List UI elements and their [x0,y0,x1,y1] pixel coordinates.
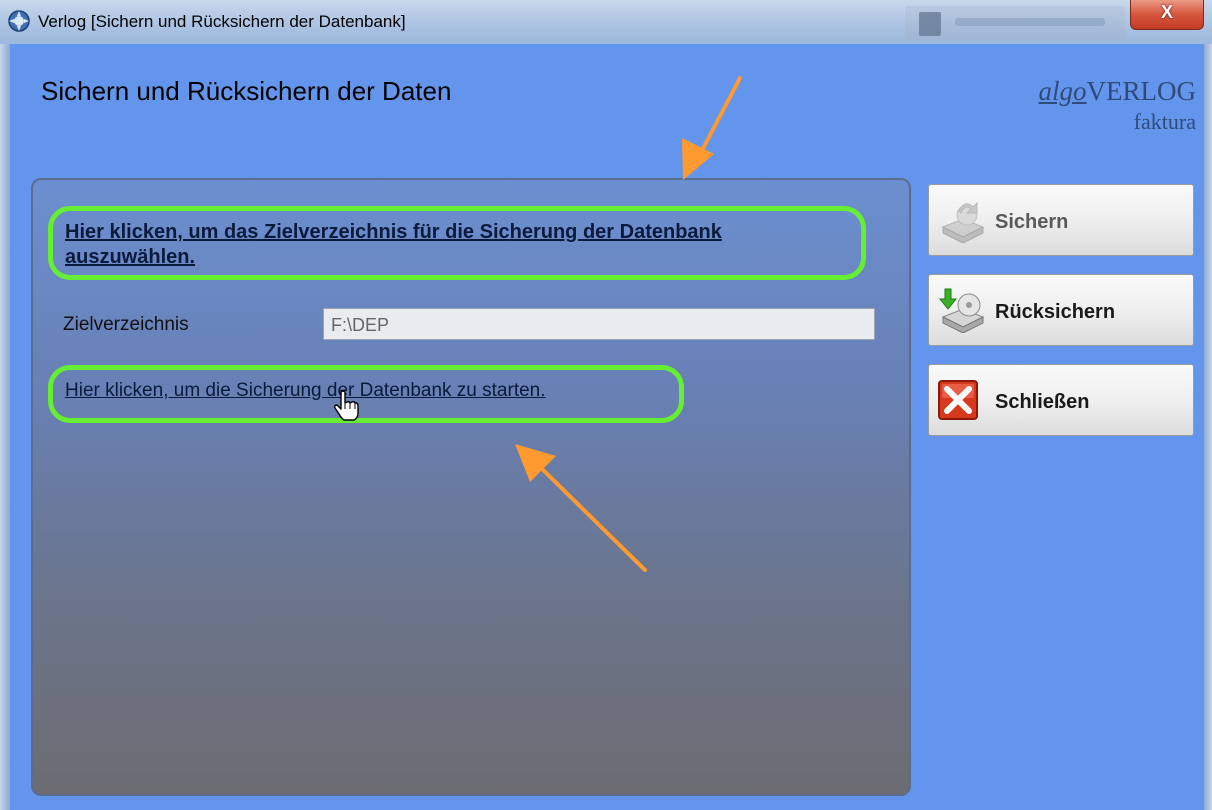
arrow-bottom-annotation [515,444,647,572]
arrow-top-annotation [682,76,742,180]
window: Verlog [Sichern und Rücksichern der Date… [0,0,1212,810]
annotation-arrows [515,76,742,572]
